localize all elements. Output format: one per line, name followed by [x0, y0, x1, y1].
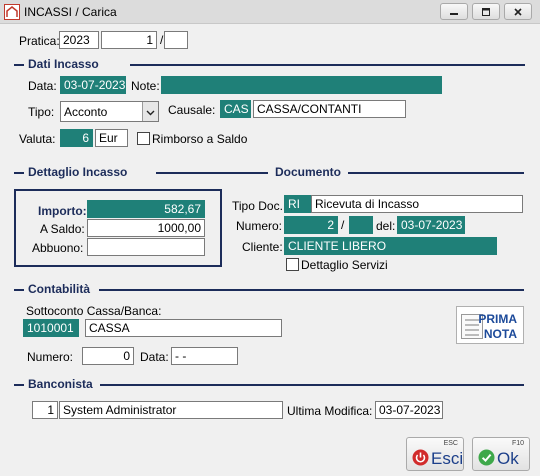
- documento-heading: Documento: [275, 165, 341, 179]
- contabilita-heading: Contabilità: [28, 282, 90, 296]
- contabilita-data-label: Data:: [140, 350, 169, 364]
- saldo-field[interactable]: 1000,00: [87, 219, 205, 237]
- tipo-dropdown-button[interactable]: [142, 102, 158, 121]
- contabilita-data-field[interactable]: - -: [171, 347, 238, 365]
- valuta-desc-field[interactable]: Eur: [95, 129, 128, 147]
- minimize-button[interactable]: [440, 3, 468, 20]
- divider: [156, 172, 268, 174]
- tipo-doc-desc-field[interactable]: Ricevuta di Incasso: [311, 195, 523, 213]
- ultima-modifica-label: Ultima Modifica:: [287, 404, 373, 418]
- causale-label: Causale:: [168, 103, 216, 117]
- dettaglio-servizi-checkbox[interactable]: [286, 258, 299, 271]
- ultima-modifica-field[interactable]: 03-07-2023: [375, 401, 443, 419]
- tipo-select[interactable]: Acconto: [60, 101, 159, 122]
- divider: [14, 172, 24, 174]
- title-bar: INCASSI / Carica: [0, 0, 540, 24]
- note-field[interactable]: [161, 76, 442, 94]
- importo-field[interactable]: 582,67: [87, 200, 205, 218]
- chevron-down-icon: [146, 105, 155, 119]
- note-label: Note:: [131, 79, 160, 93]
- del-label: del:: [376, 219, 396, 233]
- divider: [14, 64, 24, 66]
- check-icon: [478, 449, 495, 469]
- causale-code-field[interactable]: CAS: [220, 100, 251, 118]
- divider: [348, 172, 524, 174]
- restore-button[interactable]: [472, 3, 500, 20]
- close-button[interactable]: [504, 3, 532, 20]
- ok-button[interactable]: F10 Ok: [472, 437, 530, 471]
- prima-nota-label-2: NOTA: [483, 327, 517, 341]
- banconista-heading: Banconista: [28, 377, 93, 391]
- pratica-label: Pratica:: [19, 34, 60, 48]
- cliente-field[interactable]: CLIENTE LIBERO: [284, 237, 497, 255]
- divider: [99, 289, 524, 291]
- sottoconto-label: Sottoconto Cassa/Banca:: [26, 304, 162, 318]
- divider: [100, 384, 524, 386]
- abbuono-label: Abbuono:: [32, 241, 84, 255]
- sottoconto-code-field[interactable]: 1010001: [23, 319, 79, 337]
- power-icon: [412, 449, 429, 469]
- numero-doc-suffix-field[interactable]: [349, 216, 373, 234]
- dati-incasso-heading: Dati Incasso: [28, 57, 99, 71]
- window-title: INCASSI / Carica: [24, 5, 117, 19]
- divider: [14, 384, 24, 386]
- rimborso-checkbox[interactable]: [137, 132, 150, 145]
- del-field[interactable]: 03-07-2023: [397, 216, 465, 234]
- prima-nota-button[interactable]: PRIMA NOTA: [456, 306, 524, 344]
- esci-shortcut: ESC: [443, 440, 458, 447]
- pratica-suffisso-field[interactable]: [164, 31, 188, 49]
- banconista-id-field[interactable]: 1: [32, 401, 58, 419]
- data-field[interactable]: 03-07-2023: [60, 76, 126, 94]
- app-icon: [4, 4, 20, 20]
- divider: [130, 64, 525, 66]
- data-label: Data:: [28, 79, 57, 93]
- causale-desc-field[interactable]: CASSA/CONTANTI: [253, 100, 406, 118]
- tipo-value: Acconto: [64, 105, 108, 119]
- saldo-label: A Saldo:: [40, 222, 85, 236]
- ok-label: Ok: [497, 449, 519, 468]
- pratica-separator: /: [160, 33, 164, 47]
- banconista-name-field[interactable]: System Administrator: [59, 401, 283, 419]
- pratica-anno-field[interactable]: 2023: [59, 31, 99, 49]
- pratica-numero-field[interactable]: 1: [101, 31, 157, 49]
- importo-label: Importo:: [38, 204, 87, 218]
- contabilita-numero-field[interactable]: 0: [82, 347, 134, 365]
- tipo-label: Tipo:: [28, 105, 55, 119]
- numero-doc-label: Numero:: [236, 219, 283, 233]
- numero-doc-field[interactable]: 2: [284, 216, 338, 234]
- esci-button[interactable]: ESC Esci: [406, 437, 464, 471]
- divider: [14, 289, 24, 291]
- esci-label: Esci: [431, 449, 464, 468]
- valuta-label: Valuta:: [19, 132, 56, 146]
- valuta-code-field[interactable]: 6: [60, 129, 93, 147]
- close-icon: [513, 7, 523, 17]
- abbuono-field[interactable]: [87, 238, 205, 256]
- rimborso-label: Rimborso a Saldo: [152, 132, 248, 146]
- cliente-label: Cliente:: [242, 240, 283, 254]
- restore-icon: [481, 7, 491, 17]
- sottoconto-desc-field[interactable]: CASSA: [85, 319, 282, 337]
- contabilita-numero-label: Numero:: [27, 350, 74, 364]
- dettaglio-incasso-heading: Dettaglio Incasso: [28, 165, 128, 179]
- tipo-doc-code-field[interactable]: RI: [284, 195, 311, 213]
- numero-doc-separator: /: [341, 218, 345, 232]
- tipo-doc-label: Tipo Doc.: [232, 199, 283, 213]
- prima-nota-label-1: PRIMA: [478, 312, 517, 326]
- minimize-icon: [449, 7, 459, 17]
- ok-shortcut: F10: [511, 440, 524, 447]
- dettaglio-servizi-label: Dettaglio Servizi: [301, 258, 388, 272]
